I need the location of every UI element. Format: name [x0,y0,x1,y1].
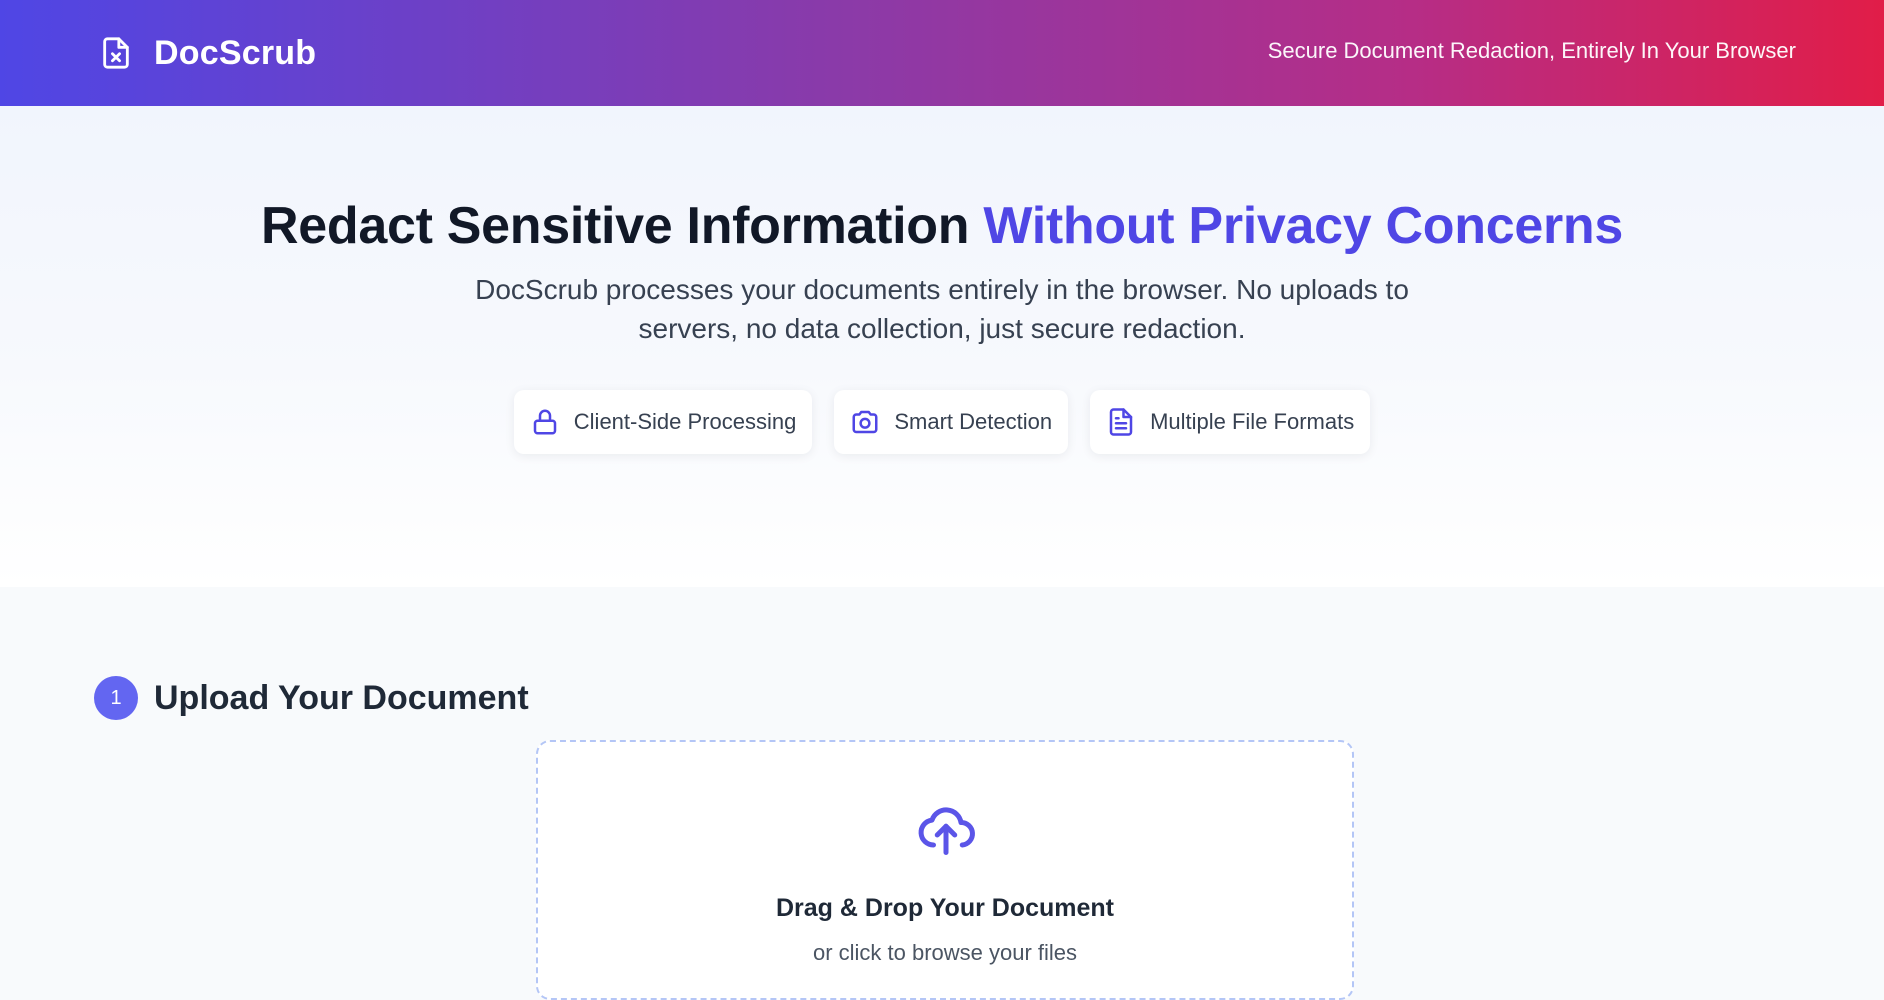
cloud-upload-icon [913,800,979,860]
lock-icon [530,407,560,437]
feature-chip-file-formats: Multiple File Formats [1090,390,1371,454]
feature-chip-client-side: Client-Side Processing [513,390,813,454]
app-header: DocScrub Secure Document Redaction, Enti… [0,0,1884,106]
feature-chip-label: Smart Detection [894,409,1053,434]
brand[interactable]: DocScrub [98,33,316,73]
hero-section: Redact Sensitive Information Without Pri… [0,106,1884,587]
hero-description: DocScrub processes your documents entire… [475,274,1409,344]
feature-chips: Client-Side Processing Smart Detection M… [0,390,1884,454]
feature-chip-label: Multiple File Formats [1150,409,1355,434]
hero-title-main: Redact Sensitive Information [261,197,984,255]
hero-title: Redact Sensitive Information Without Pri… [0,196,1884,256]
browse-files-link[interactable]: or click to browse your files [538,940,1352,966]
step-number-badge: 1 [94,676,138,720]
file-x-icon [98,33,134,73]
step-title: Upload Your Document [154,678,529,717]
file-dropzone[interactable]: Drag & Drop Your Document or click to br… [536,740,1354,1000]
upload-section: 1 Upload Your Document Drag & Drop Your … [0,587,1884,1000]
header-tagline: Secure Document Redaction, Entirely In Y… [1267,38,1796,63]
feature-chip-label: Client-Side Processing [573,409,797,434]
step-header: 1 Upload Your Document [94,676,529,720]
camera-icon [850,407,880,437]
hero-title-accent: Without Privacy Concerns [983,197,1623,255]
feature-chip-smart-detection: Smart Detection [834,390,1069,454]
dropzone-title: Drag & Drop Your Document [776,894,1114,922]
brand-name: DocScrub [154,33,317,72]
document-icon [1106,407,1136,437]
